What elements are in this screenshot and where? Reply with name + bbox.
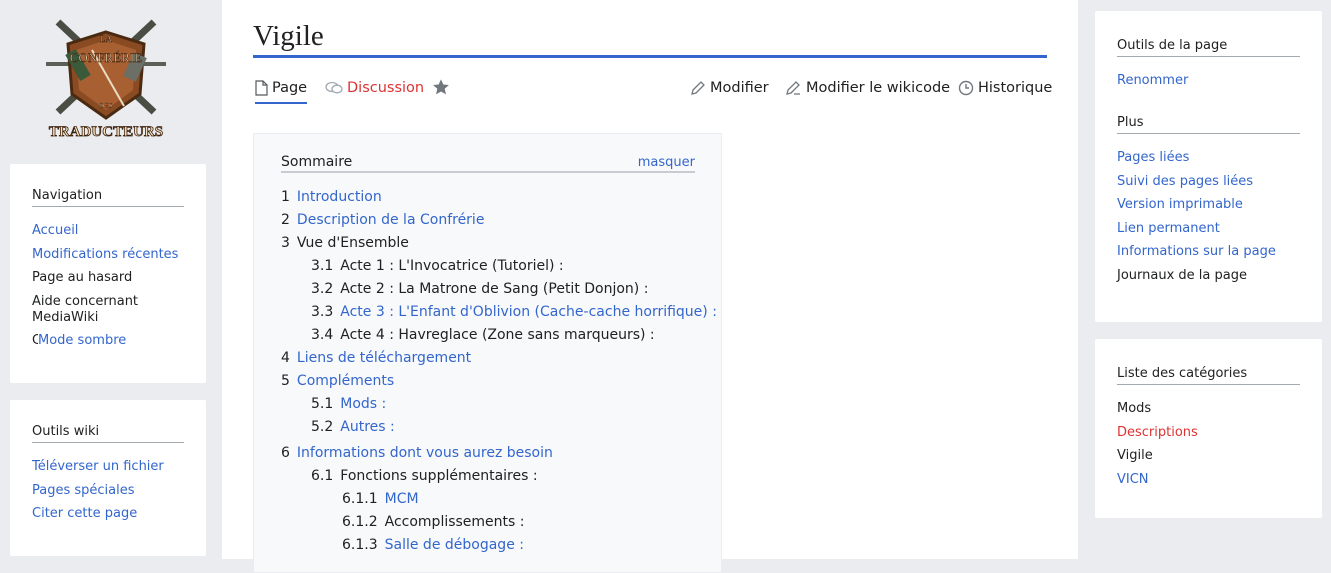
category-mods[interactable]: Mods (1117, 401, 1151, 416)
page-tools-portlet: Outils de la page Renommer Plus Pages li… (1095, 11, 1322, 322)
wiki-tools-portlet: Outils wiki Téléverser un fichier Pages … (10, 400, 206, 556)
toc-entry[interactable]: 2 Description de la Confrérie (281, 209, 695, 232)
tab-history[interactable]: Historique (958, 78, 1052, 98)
svg-text:DES: DES (99, 102, 112, 110)
main-content: Vigile Page Discussion Modifier Modifier… (222, 0, 1078, 573)
toc-entry[interactable]: 3.1 Acte 1 : L'Invocatrice (Tutoriel) : (281, 255, 695, 278)
toc-title: Sommaire (281, 154, 353, 170)
nav-help[interactable]: Aide concernant MediaWiki (32, 294, 138, 325)
categories-portlet: Liste des catégories Mods Descriptions V… (1095, 339, 1322, 518)
tab-discussion[interactable]: Discussion (325, 78, 424, 98)
toc-entry[interactable]: 6.1.3 Salle de débogage : (281, 534, 695, 557)
page-tools-heading: Outils de la page (1117, 38, 1300, 57)
svg-text:CONFRÉRIE: CONFRÉRIE (70, 50, 142, 65)
page-info-link[interactable]: Informations sur la page (1117, 244, 1276, 259)
toc-entry[interactable]: 4 Liens de téléchargement (281, 347, 695, 370)
category-vigile[interactable]: Vigile (1117, 448, 1153, 463)
toc-entry[interactable]: 6.1 Fonctions supplémentaires : (281, 465, 695, 488)
table-of-contents: Sommaire masquer 1 Introduction 2 Descript… (253, 133, 722, 573)
watch-star-button[interactable] (432, 78, 450, 96)
tab-edit[interactable]: Modifier (690, 78, 769, 98)
logo-emblem: LA CONFRÉRIE DES TRADUCTEURS (46, 19, 166, 140)
nav-random-page[interactable]: Page au hasard (32, 270, 132, 285)
upload-file-link[interactable]: Téléverser un fichier (32, 459, 164, 474)
star-icon (433, 79, 449, 95)
nav-main-page[interactable]: Accueil (32, 223, 78, 238)
page-logs-link[interactable]: Journaux de la page (1117, 268, 1247, 283)
navigation-portlet: Navigation Accueil Modifications récente… (10, 164, 206, 383)
wikitext-pencil-icon (786, 81, 800, 95)
toc-entry[interactable]: 5.1 Mods : (281, 393, 695, 416)
plus-heading: Plus (1117, 115, 1300, 134)
category-vicn[interactable]: VICN (1117, 472, 1149, 487)
pencil-icon (691, 81, 705, 95)
toc-entry[interactable]: 5 Compléments (281, 370, 695, 393)
clock-icon (958, 80, 974, 96)
cite-page-link[interactable]: Citer cette page (32, 506, 137, 521)
wiki-tools-heading: Outils wiki (32, 424, 184, 443)
speech-bubbles-icon (325, 81, 343, 94)
toc-entry[interactable]: 5.2 Autres : (281, 416, 695, 439)
toc-entry[interactable]: 1 Introduction (281, 186, 695, 209)
svg-text:TRADUCTEURS: TRADUCTEURS (49, 124, 163, 140)
tab-page-label: Page (272, 80, 308, 96)
toc-entry[interactable]: 3 Vue d'Ensemble (281, 232, 695, 255)
toc-entry[interactable]: 3.3 Acte 3 : L'Enfant d'Oblivion (Cache-c… (281, 301, 717, 324)
category-descriptions[interactable]: Descriptions (1117, 425, 1198, 440)
what-links-here-link[interactable]: Pages liées (1117, 150, 1189, 165)
toc-entry[interactable]: 3.4 Acte 4 : Havreglace (Zone sans marque… (281, 324, 695, 347)
toc-entry[interactable]: 6.1.2 Accomplissements : (281, 511, 695, 534)
page-title: Vigile (253, 18, 1047, 58)
special-pages-link[interactable]: Pages spéciales (32, 483, 135, 498)
page-icon (255, 80, 268, 96)
categories-heading: Liste des catégories (1117, 366, 1300, 385)
rename-link[interactable]: Renommer (1117, 73, 1188, 88)
toc-hide-toggle[interactable]: masquer (638, 155, 695, 170)
navigation-heading: Navigation (32, 188, 184, 207)
nav-dark-mode[interactable]: C Mode sombre (32, 333, 126, 349)
tab-history-label: Historique (978, 80, 1053, 96)
tab-edit-source[interactable]: Modifier le wikicode (785, 78, 950, 98)
site-logo[interactable]: LA CONFRÉRIE DES TRADUCTEURS (36, 14, 176, 144)
permanent-link[interactable]: Lien permanent (1117, 221, 1220, 236)
printable-version-link[interactable]: Version imprimable (1117, 197, 1243, 212)
toc-entry[interactable]: 6.1.1 MCM (281, 488, 695, 511)
tab-page[interactable]: Page (255, 78, 308, 104)
nav-recent-changes[interactable]: Modifications récentes (32, 247, 178, 262)
tab-edit-label: Modifier (710, 80, 769, 96)
dark-mode-label: Mode sombre (38, 333, 127, 348)
tab-discussion-label: Discussion (347, 80, 425, 96)
related-changes-link[interactable]: Suivi des pages liées (1117, 174, 1253, 189)
toc-entry[interactable]: 3.2 Acte 2 : La Matrone de Sang (Petit Do… (281, 278, 695, 301)
toc-entry[interactable]: 6 Informations dont vous aurez besoin (281, 442, 695, 465)
svg-text:LA: LA (100, 34, 112, 44)
tab-edit-source-label: Modifier le wikicode (806, 80, 951, 96)
